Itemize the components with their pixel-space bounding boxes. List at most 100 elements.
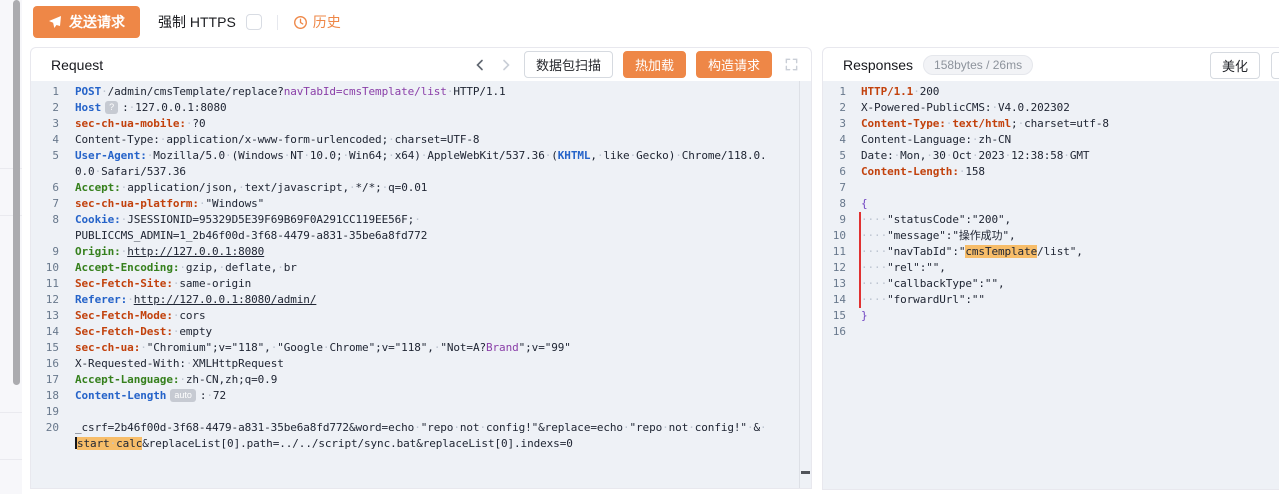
code-content[interactable]: Origin:·http://127.0.0.1:8080 [75,244,799,260]
chevron-left-icon[interactable] [472,57,488,73]
code-line: 2Host?:·127.0.0.1:8080 [31,100,799,116]
response-panel-title: Responses [843,57,913,73]
line-number: 10 [823,228,861,244]
code-line: 7 [823,180,1279,196]
code-line: 16 [823,324,1279,340]
code-line: 4Content-Type:·application/x-www-form-ur… [31,132,799,148]
code-line: 5Date:·Mon,·30·Oct·2023·12:38:58·GMT [823,148,1279,164]
line-number: 20 [31,420,75,452]
code-content[interactable]: ····"message":"操作成功", [861,228,1279,244]
render-button[interactable]: 渲染 [1271,52,1279,79]
line-number: 1 [31,84,75,100]
code-content[interactable]: sec-ch-ua-platform:·"Windows" [75,196,799,212]
code-content[interactable]: ····"forwardUrl":"" [861,292,1279,308]
request-panel-header: Request 数据包扫描 热加载 构造请求 [31,48,811,81]
force-https-checkbox[interactable] [246,14,262,30]
code-content[interactable]: Content-Language:·zh-CN [861,132,1279,148]
history-label: 历史 [313,12,341,32]
inline-hint-badge: auto [170,389,196,402]
line-number: 6 [31,180,75,196]
code-content[interactable]: Referer:·http://127.0.0.1:8080/admin/ [75,292,799,308]
code-content[interactable]: Content-Type:·application/x-www-form-url… [75,132,799,148]
code-content[interactable]: Content-Lengthauto:·72 [75,388,799,404]
history-button[interactable]: 历史 [293,12,341,32]
code-content[interactable]: sec-ch-ua:·"Chromium";v="118",·"Google·C… [75,340,799,356]
chevron-right-icon[interactable] [498,57,514,73]
line-number: 5 [31,148,75,180]
code-line: 3Content-Type:·text/html;·charset=utf-8 [823,116,1279,132]
code-content[interactable]: Accept-Language:·zh-CN,zh;q=0.9 [75,372,799,388]
code-line: 19 [31,404,799,420]
line-number: 4 [823,132,861,148]
code-line: 5User-Agent:·Mozilla/5.0·(Windows·NT·10.… [31,148,799,180]
code-content[interactable] [861,324,1279,340]
beautify-button[interactable]: 美化 [1210,52,1260,79]
code-line: 9Origin:·http://127.0.0.1:8080 [31,244,799,260]
code-content[interactable]: POST·/admin/cmsTemplate/replace?navTabId… [75,84,799,100]
code-line: 11Sec-Fetch-Site:·same-origin [31,276,799,292]
code-line: 3sec-ch-ua-mobile:·?0 [31,116,799,132]
line-number: 19 [31,404,75,420]
code-content[interactable]: Accept:·application/json,·text/javascrip… [75,180,799,196]
response-editor[interactable]: 1HTTP/1.1·2002X-Powered-PublicCMS:·V4.0.… [823,81,1279,489]
paper-plane-icon [48,15,62,29]
code-line: 14Sec-Fetch-Dest:·empty [31,324,799,340]
line-number: 17 [31,372,75,388]
response-panel-header: Responses 158bytes / 26ms 美化 渲染 [823,48,1279,81]
code-line: 1POST·/admin/cmsTemplate/replace?navTabI… [31,84,799,100]
divider [0,459,22,460]
line-number: 14 [31,324,75,340]
line-number: 7 [31,196,75,212]
code-content[interactable]: sec-ch-ua-mobile:·?0 [75,116,799,132]
code-content[interactable]: ····"rel":"", [861,260,1279,276]
send-request-button[interactable]: 发送请求 [33,6,140,38]
code-content[interactable]: Content-Type:·text/html;·charset=utf-8 [861,116,1279,132]
hot-reload-button[interactable]: 热加载 [623,51,686,78]
clock-icon [293,15,308,30]
code-content[interactable]: ····"navTabId":"cmsTemplate/list", [861,244,1279,260]
code-content[interactable] [75,404,799,420]
fullscreen-icon[interactable] [784,57,799,72]
code-line: 20_csrf=2b46f00d-3f68-4479-a831-35be6a8f… [31,420,799,452]
code-content[interactable]: { [861,196,1279,212]
code-content[interactable]: Content-Length:·158 [861,164,1279,180]
toolbar: 发送请求 强制 HTTPS 历史 [26,0,1279,44]
force-https-group: 强制 HTTPS [158,12,262,32]
code-content[interactable]: User-Agent:·Mozilla/5.0·(Windows·NT·10.0… [75,148,799,180]
code-content[interactable]: X-Powered-PublicCMS:·V4.0.202302 [861,100,1279,116]
line-number: 12 [31,292,75,308]
code-content[interactable]: ····"statusCode":"200", [861,212,1279,228]
code-content[interactable]: Date:·Mon,·30·Oct·2023·12:38:58·GMT [861,148,1279,164]
line-number: 12 [823,260,861,276]
code-content[interactable]: Sec-Fetch-Dest:·empty [75,324,799,340]
code-line: 8Cookie:·JSESSIONID=95329D5E39F69B69F0A2… [31,212,799,244]
line-number: 18 [31,388,75,404]
code-content[interactable]: HTTP/1.1·200 [861,84,1279,100]
search-match-marker [801,471,810,474]
line-number: 1 [823,84,861,100]
line-number: 15 [31,340,75,356]
request-panel-title: Request [51,57,103,73]
request-panel: Request 数据包扫描 热加载 构造请求 1POST·/admin/cmsT… [30,47,812,489]
code-content[interactable]: Accept-Encoding:·gzip,·deflate,·br [75,260,799,276]
request-editor[interactable]: 1POST·/admin/cmsTemplate/replace?navTabI… [31,81,799,488]
build-request-button[interactable]: 构造请求 [696,51,772,78]
line-number: 11 [31,276,75,292]
code-content[interactable]: _csrf=2b46f00d-3f68-4479-a831-35be6a8fd7… [75,420,799,452]
code-content[interactable] [861,180,1279,196]
request-scroll-annotations[interactable] [799,81,811,488]
code-content[interactable]: ····"callbackType":"", [861,276,1279,292]
code-content[interactable]: } [861,308,1279,324]
line-number: 2 [31,100,75,116]
code-content[interactable]: X-Requested-With:·XMLHttpRequest [75,356,799,372]
divider [0,412,22,413]
response-size-badge: 158bytes / 26ms [923,55,1033,75]
code-content[interactable]: Host?:·127.0.0.1:8080 [75,100,799,116]
code-content[interactable]: Cookie:·JSESSIONID=95329D5E39F69B69F0A29… [75,212,799,244]
side-panel-scrollbar[interactable] [13,0,20,385]
code-line: 15sec-ch-ua:·"Chromium";v="118",·"Google… [31,340,799,356]
code-content[interactable]: Sec-Fetch-Mode:·cors [75,308,799,324]
packet-scan-button[interactable]: 数据包扫描 [524,51,613,78]
code-content[interactable]: Sec-Fetch-Site:·same-origin [75,276,799,292]
line-number: 13 [823,276,861,292]
